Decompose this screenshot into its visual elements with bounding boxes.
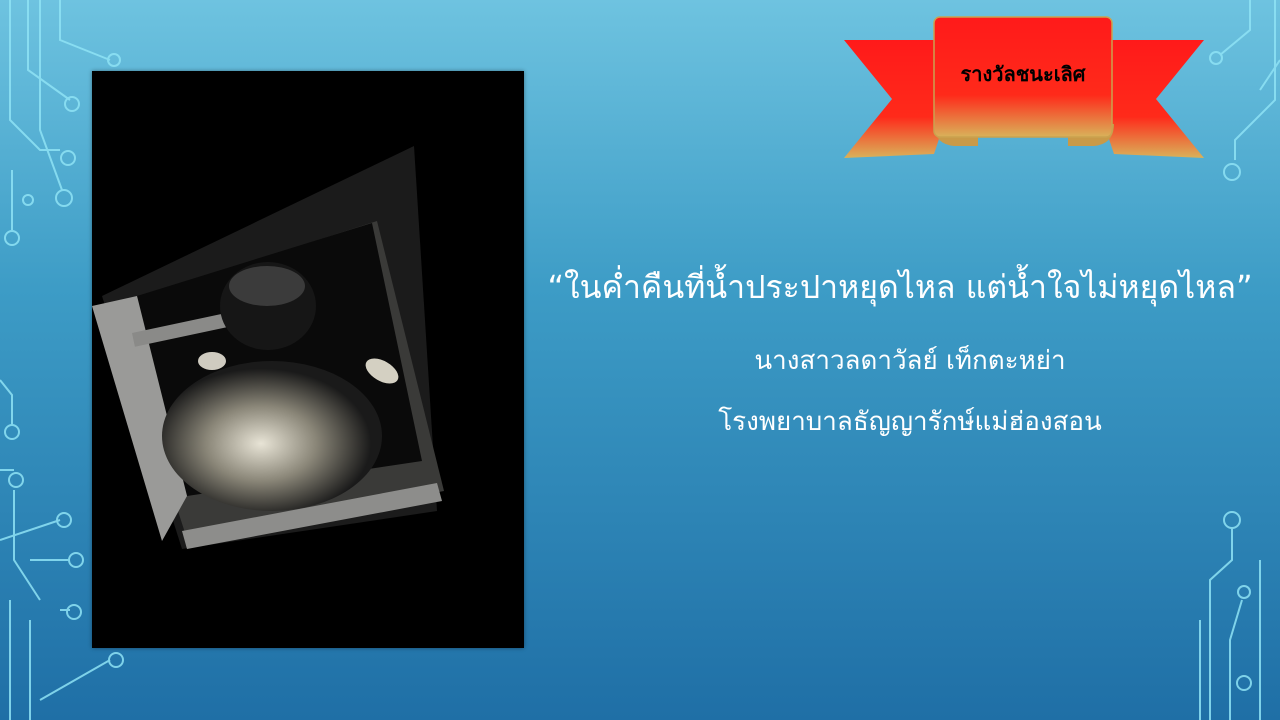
- author-name: นางสาวลดาวัลย์ เท็กตะหย่า: [754, 346, 1066, 376]
- award-label: รางวัลชนะเลิศ: [960, 62, 1086, 86]
- hospital-name: โรงพยาบาลธัญญารักษ์แม่ฮ่องสอน: [718, 407, 1102, 437]
- night-worker-photo: [92, 71, 524, 648]
- quote-text: “ในค่ำคืนที่น้ำประปาหยุดไหล แต่น้ำใจไม่ห…: [547, 268, 1253, 306]
- photo: [92, 71, 524, 648]
